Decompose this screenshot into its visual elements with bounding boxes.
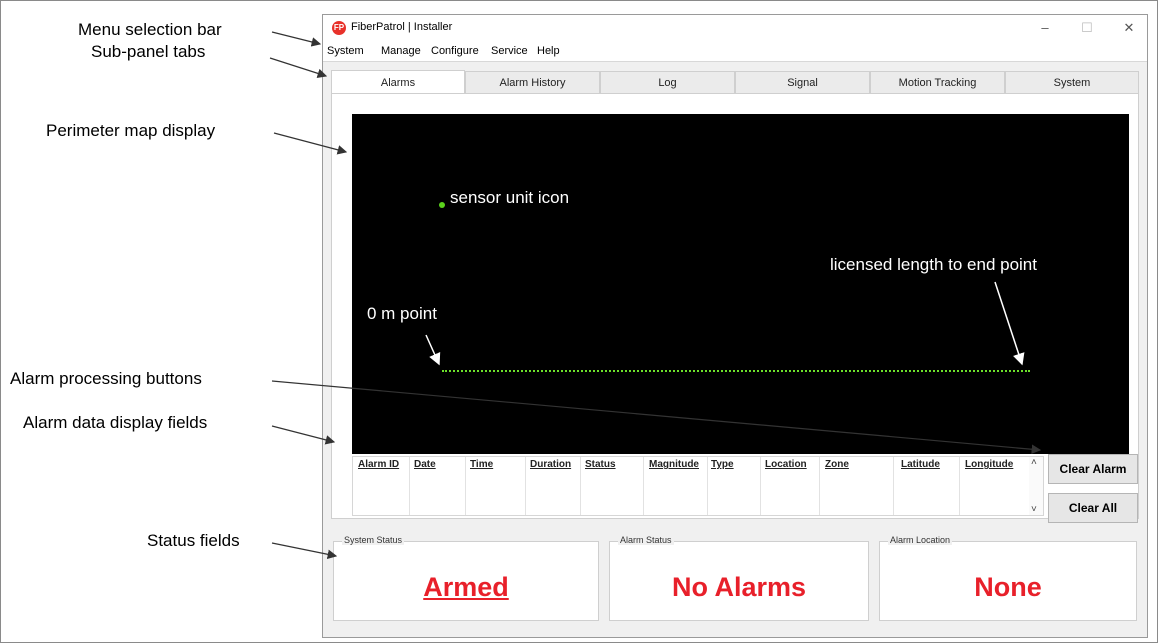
annotation-sub-panel-tabs: Sub-panel tabs	[91, 42, 206, 61]
column-divider	[465, 457, 466, 515]
tab-log[interactable]: Log	[600, 71, 735, 93]
scroll-up-icon[interactable]: ˄	[1031, 457, 1037, 468]
app-window: FP FiberPatrol | Installer – ☐ ✕ System …	[322, 14, 1148, 638]
alarm-location-box: Alarm Location None	[879, 535, 1137, 621]
fiberpatrol-logo-icon: FP	[332, 21, 346, 35]
column-divider	[643, 457, 644, 515]
annotation-alarm-processing-buttons: Alarm processing buttons	[10, 369, 202, 388]
col-longitude[interactable]: Longitude	[965, 459, 1013, 470]
col-alarm-id[interactable]: Alarm ID	[358, 459, 399, 470]
menu-system[interactable]: System	[327, 45, 364, 57]
tab-motion-tracking[interactable]: Motion Tracking	[870, 71, 1005, 93]
system-status-caption: System Status	[342, 535, 405, 545]
alarm-table-scrollbar[interactable]: ˄ ˅	[1029, 456, 1044, 516]
col-status[interactable]: Status	[585, 459, 616, 470]
close-button[interactable]: ✕	[1115, 17, 1143, 39]
maximize-button[interactable]: ☐	[1073, 17, 1101, 39]
clear-alarm-button[interactable]: Clear Alarm	[1048, 454, 1138, 484]
end-point-label: licensed length to end point	[830, 255, 1037, 274]
tab-alarms[interactable]: Alarms	[331, 70, 465, 93]
col-zone[interactable]: Zone	[825, 459, 849, 470]
alarm-location-caption: Alarm Location	[888, 535, 953, 545]
alarm-status-box: Alarm Status No Alarms	[609, 535, 869, 621]
menu-manage[interactable]: Manage	[381, 45, 421, 57]
column-divider	[819, 457, 820, 515]
col-type[interactable]: Type	[711, 459, 734, 470]
column-divider	[707, 457, 708, 515]
col-location[interactable]: Location	[765, 459, 807, 470]
tab-alarm-history[interactable]: Alarm History	[465, 71, 600, 93]
menu-help[interactable]: Help	[537, 45, 560, 57]
alarm-status-caption: Alarm Status	[618, 535, 674, 545]
perimeter-map[interactable]: sensor unit icon 0 m point licensed leng…	[352, 114, 1129, 454]
annotation-alarm-data-display-fields: Alarm data display fields	[23, 413, 208, 432]
alarm-location-value: None	[974, 572, 1042, 602]
column-divider	[580, 457, 581, 515]
title-bar: FP FiberPatrol | Installer – ☐ ✕	[323, 15, 1147, 41]
sub-panel-tabs: Alarms Alarm History Log Signal Motion T…	[331, 70, 1139, 93]
col-duration[interactable]: Duration	[530, 459, 571, 470]
window-title: FiberPatrol | Installer	[351, 21, 453, 33]
menu-service[interactable]: Service	[491, 45, 528, 57]
col-date[interactable]: Date	[414, 459, 436, 470]
sensor-unit-label: sensor unit icon	[450, 188, 570, 207]
alarms-panel: sensor unit icon 0 m point licensed leng…	[331, 93, 1139, 523]
sensor-unit-icon[interactable]	[439, 202, 445, 208]
tab-system[interactable]: System	[1005, 71, 1139, 93]
col-magnitude[interactable]: Magnitude	[649, 459, 699, 470]
system-status-box: System Status Armed	[333, 535, 599, 621]
annotation-menu-selection-bar: Menu selection bar	[78, 20, 222, 39]
column-divider	[760, 457, 761, 515]
column-divider	[409, 457, 410, 515]
minimize-button[interactable]: –	[1031, 17, 1059, 39]
clear-all-button[interactable]: Clear All	[1048, 493, 1138, 523]
system-status-value[interactable]: Armed	[334, 572, 598, 603]
alarm-status-value: No Alarms	[671, 572, 807, 602]
zero-point-label: 0 m point	[367, 304, 437, 323]
scroll-down-icon[interactable]: ˅	[1031, 504, 1037, 515]
col-time[interactable]: Time	[470, 459, 493, 470]
col-latitude[interactable]: Latitude	[901, 459, 940, 470]
column-divider	[525, 457, 526, 515]
fiber-perimeter-line[interactable]	[442, 370, 1030, 372]
annotation-perimeter-map-display: Perimeter map display	[46, 121, 216, 140]
alarm-data-table[interactable]: Alarm ID Date Time Duration Status Magni…	[352, 456, 1031, 516]
annotation-status-fields: Status fields	[147, 531, 240, 550]
menu-configure[interactable]: Configure	[431, 45, 479, 57]
column-divider	[893, 457, 894, 515]
menu-bar: System Manage Configure Service Help	[323, 41, 1147, 62]
column-divider	[959, 457, 960, 515]
tab-signal[interactable]: Signal	[735, 71, 870, 93]
status-fields: System Status Armed Alarm Status No Alar…	[331, 523, 1139, 633]
